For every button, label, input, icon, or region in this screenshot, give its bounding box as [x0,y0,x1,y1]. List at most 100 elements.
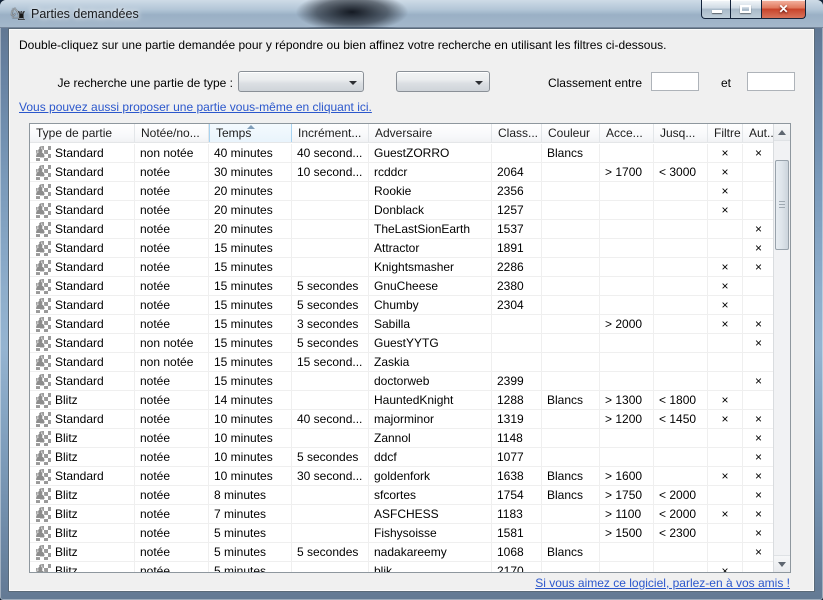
cell [600,201,654,220]
table-row[interactable]: ♟Standardnon notée40 minutes40 second...… [30,144,775,163]
table-row[interactable]: ♟Standardnotée15 minutesAttractor1891× [30,239,775,258]
column-header-11[interactable]: Aut... [743,124,775,142]
table-row[interactable]: ♟Blitznotée7 minutesASFCHESS1183> 1100< … [30,505,775,524]
chess-pawn-icon: ♟ [36,184,51,199]
game-type-cell-label: Blitz [55,448,78,466]
table-row[interactable]: ♟Standardnotée30 minutes10 second...rcdd… [30,163,775,182]
cell [600,296,654,315]
table-row[interactable]: ♟Blitznotée5 minutesblik2170× [30,562,775,573]
cell [542,334,600,353]
table-row[interactable]: ♟Standardnon notée15 minutes5 secondesGu… [30,334,775,353]
cell [654,296,708,315]
cell [708,334,743,353]
cell: ♟Standard [30,144,135,163]
cell: × [743,258,775,277]
column-header-4[interactable]: Incrément... [292,124,369,142]
column-header-8[interactable]: Acce... [600,124,654,142]
table-row[interactable]: ♟Blitznotée8 minutessfcortes1754Blancs> … [30,486,775,505]
minimize-icon [712,10,722,13]
secondary-select[interactable] [396,71,490,92]
scroll-up-button[interactable] [774,124,791,141]
cell: 5 minutes [209,524,292,543]
cell [292,524,369,543]
cell [292,372,369,391]
table-row[interactable]: ♟Standardnotée15 minutesKnightsmasher228… [30,258,775,277]
scroll-down-button[interactable] [774,555,791,572]
table-row[interactable]: ♟Blitznotée14 minutesHauntedKnight1288Bl… [30,391,775,410]
maximize-icon [740,5,751,13]
maximize-button[interactable] [731,0,761,19]
cell: non notée [135,334,209,353]
cell [600,353,654,372]
cell: ♟Standard [30,277,135,296]
column-header-6[interactable]: Class... [492,124,542,142]
cell: × [743,448,775,467]
cell [542,277,600,296]
desktop: { "window": { "title": "Parties demandée… [0,0,823,600]
cell [292,391,369,410]
cell: 1068 [492,543,542,562]
cell [743,201,775,220]
table-row[interactable]: ♟Standardnotée20 minutesRookie2356× [30,182,775,201]
propose-game-link[interactable]: Vous pouvez aussi proposer une partie vo… [19,100,372,114]
cell: × [708,315,743,334]
table-row[interactable]: ♟Standardnotée20 minutesDonblack1257× [30,201,775,220]
column-header-10[interactable]: Filtre [708,124,743,142]
cell: ♟Standard [30,315,135,334]
titlebar[interactable]: ♘♜ Parties demandées ✕ [0,0,823,28]
table-row[interactable]: ♟Standardnotée10 minutes30 second...gold… [30,467,775,486]
column-header-3[interactable]: Temps [209,124,292,142]
column-header-label: Class... [498,126,538,140]
table-row[interactable]: ♟Standardnotée10 minutes40 second...majo… [30,410,775,429]
table-row[interactable]: ♟Standardnotée15 minutes5 secondesGnuChe… [30,277,775,296]
table-row[interactable]: ♟Blitznotée5 minutes5 secondesnadakareem… [30,543,775,562]
column-header-2[interactable]: Notée/no... [135,124,209,142]
cell: Blancs [542,486,600,505]
sort-ascending-icon [247,125,255,129]
column-header-9[interactable]: Jusq... [654,124,708,142]
cell: < 2000 [654,486,708,505]
table-row[interactable]: ♟Standardnotée20 minutesTheLastSionEarth… [30,220,775,239]
close-button[interactable]: ✕ [761,0,806,19]
cell [600,372,654,391]
cell: 40 second... [292,144,369,163]
cell: 7 minutes [209,505,292,524]
cell: 15 minutes [209,315,292,334]
cell: > 1200 [600,410,654,429]
table-row[interactable]: ♟Standardnotée15 minutes5 secondesChumby… [30,296,775,315]
table-row[interactable]: ♟Standardnotée15 minutes3 secondesSabill… [30,315,775,334]
scrollbar-thumb[interactable] [775,160,789,250]
cell [542,505,600,524]
table-row[interactable]: ♟Blitznotée5 minutesFishysoisse1581> 150… [30,524,775,543]
rating-max-input[interactable] [747,72,795,91]
table-row[interactable]: ♟Standardnon notée15 minutes15 second...… [30,353,775,372]
table-row[interactable]: ♟Standardnotée15 minutesdoctorweb2399× [30,372,775,391]
cell: × [743,410,775,429]
cell: 2399 [492,372,542,391]
vertical-scrollbar[interactable] [773,124,790,572]
column-header-1[interactable]: Type de partie [30,124,135,142]
game-type-select[interactable] [238,71,364,92]
cell [600,429,654,448]
column-header-5[interactable]: Adversaire [369,124,492,142]
cell [492,334,542,353]
game-type-cell-label: Blitz [55,524,78,542]
table-row[interactable]: ♟Blitznotée10 minutesZannol1148× [30,429,775,448]
column-header-label: Notée/no... [141,126,200,140]
cell [654,372,708,391]
cell: notée [135,258,209,277]
game-type-cell-label: Standard [55,334,104,352]
cell: 5 secondes [292,543,369,562]
column-header-label: Couleur [548,126,590,140]
cell: HauntedKnight [369,391,492,410]
rating-min-input[interactable] [651,72,699,91]
share-with-friends-link[interactable]: Si vous aimez ce logiciel, parlez-en à v… [535,576,790,590]
cell: Zaskia [369,353,492,372]
cell: non notée [135,144,209,163]
table-row[interactable]: ♟Blitznotée10 minutes5 secondesddcf1077× [30,448,775,467]
cell: ♟Standard [30,201,135,220]
cell [654,334,708,353]
column-header-7[interactable]: Couleur [542,124,600,142]
cell [292,201,369,220]
minimize-button[interactable] [701,0,731,19]
